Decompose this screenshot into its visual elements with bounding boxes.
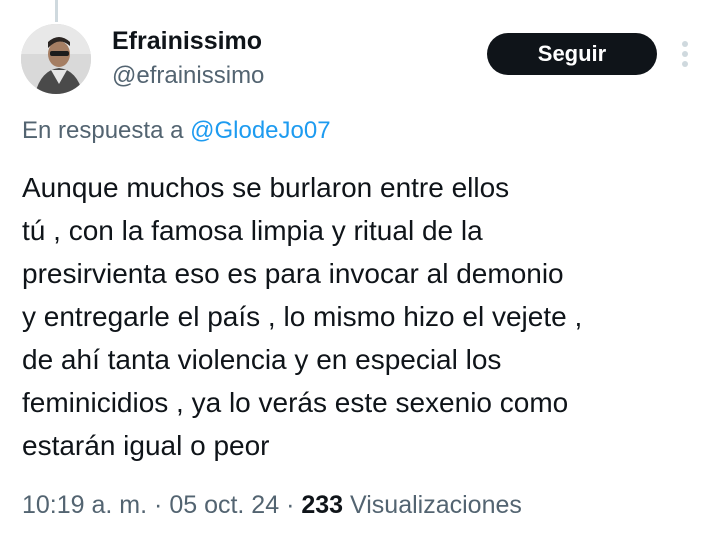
reply-prefix: En respuesta a [22, 117, 184, 144]
tweet-text-line: y entregarle el país , lo mismo hizo el … [22, 301, 583, 332]
meta-separator: · [286, 491, 295, 519]
author-display-name[interactable]: Efrainissimo [112, 26, 262, 56]
tweet-text-line: tú , con la famosa limpia y ritual de la [22, 215, 483, 246]
views-count: 233 [301, 491, 344, 519]
more-vertical-icon[interactable] [674, 38, 696, 70]
tweet-text-line: de ahí tanta violencia y en especial los [22, 344, 502, 375]
tweet-text-line: Aunque muchos se burlaron entre ellos [22, 172, 510, 203]
avatar[interactable] [21, 24, 91, 94]
tweet-text: Aunque muchos se burlaron entre ellos tú… [22, 166, 702, 467]
views-label: Visualizaciones [350, 491, 522, 519]
more-dot [682, 51, 688, 57]
tweet-text-line: estarán igual o peor [22, 430, 270, 461]
avatar-image [21, 24, 91, 94]
tweet-date[interactable]: 05 oct. 24 [169, 491, 279, 519]
thread-connector-line [55, 0, 58, 22]
more-dot [682, 61, 688, 67]
tweet-time[interactable]: 10:19 a. m. [22, 491, 147, 519]
tweet-text-line: presirvienta eso es para invocar al demo… [22, 258, 564, 289]
tweet-text-line: feminicidios , ya lo verás este sexenio … [22, 387, 569, 418]
author-handle[interactable]: @efrainissimo [112, 61, 264, 91]
reply-mention-link[interactable]: @GlodeJo07 [190, 117, 330, 144]
tweet-metadata: 10:19 a. m. · 05 oct. 24 · 233 Visualiza… [22, 489, 522, 521]
reply-context: En respuesta a @GlodeJo07 [22, 116, 331, 146]
more-dot [682, 41, 688, 47]
meta-separator: · [154, 491, 163, 519]
follow-button[interactable]: Seguir [487, 33, 657, 75]
